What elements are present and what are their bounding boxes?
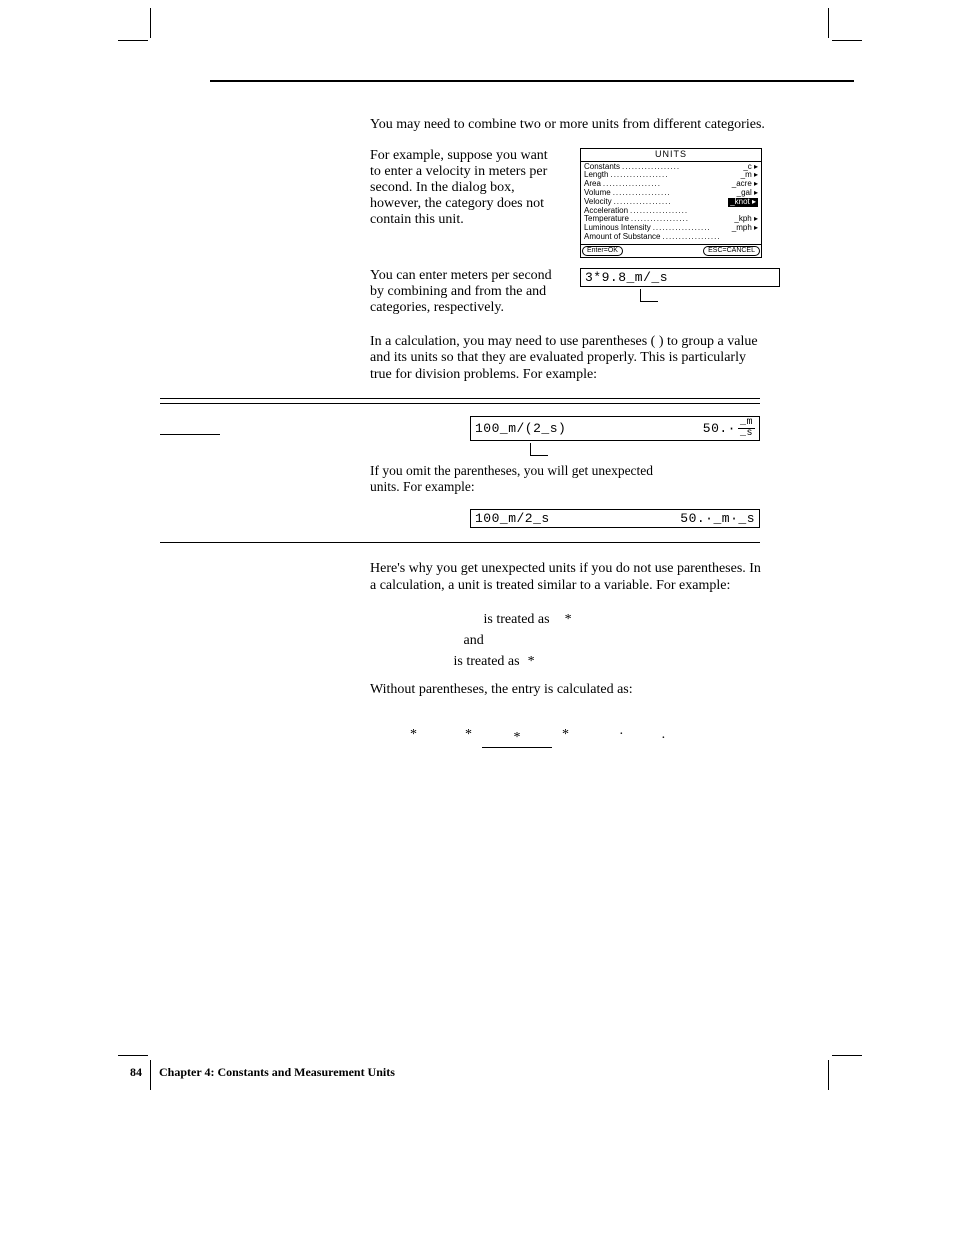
dialog-title: UNITS (581, 149, 761, 162)
esc-cancel: ESC=CANCEL (703, 246, 760, 256)
line-c: is treated as * (410, 651, 770, 672)
op-star-4: * (562, 727, 569, 743)
ex1-lhs: 100_m/(2_s) (475, 421, 566, 436)
calc-screenshot: UNITS Constants.................._c ▸Len… (580, 148, 770, 258)
calc-entry-2: 100_m/(2_s) 50.·_m_s (470, 416, 760, 441)
dialog-row: Constants.................._c ▸ (584, 163, 758, 172)
cropmark (832, 40, 862, 41)
ex1-rhs: 50.·_m_s (703, 418, 755, 439)
op-star-1: * (410, 727, 417, 743)
dialog-rows: Constants.................._c ▸Length...… (581, 162, 761, 244)
fraction-bar (482, 747, 552, 748)
units-dialog: UNITS Constants.................._c ▸Len… (580, 148, 762, 258)
lead-line-2 (470, 441, 760, 463)
side-rule (160, 434, 220, 435)
op-dot-2: . (662, 727, 666, 743)
line-b: and (410, 630, 770, 651)
explain-para: Here's why you get unexpected units if y… (370, 561, 770, 595)
no-paren-para: Without parentheses, the entry is calcul… (370, 682, 770, 699)
lead-line-1 (580, 287, 780, 309)
omit-note: If you omit the parentheses, you will ge… (370, 463, 670, 495)
paren-para: In a calculation, you may need to use pa… (370, 334, 770, 384)
cropmark (828, 8, 829, 38)
example-text-2: You can enter meters per second by combi… (370, 268, 560, 316)
cropmark (828, 1060, 829, 1090)
body-content: You may need to combine two or more unit… (370, 117, 770, 758)
expr-box-1: 3*9.8_m/_s (580, 268, 780, 316)
expr1-text: 3*9.8_m/_s (585, 270, 668, 285)
example-2: 100_m/2_s 50.·_m·_s (470, 509, 760, 528)
op-star-top: * (514, 731, 521, 745)
fraction-col: * * (482, 713, 552, 758)
calc-entry-3: 100_m/2_s 50.·_m·_s (470, 509, 760, 528)
cropmark (118, 40, 148, 41)
op-dot-1: · (619, 727, 624, 743)
page: You may need to combine two or more unit… (0, 0, 954, 1235)
dialog-footer: Enter=OK ESC=CANCEL (581, 244, 761, 257)
chapter-title: Chapter 4: Constants and Measurement Uni… (159, 1065, 395, 1079)
cropmark (118, 1055, 148, 1056)
section-rule (210, 80, 854, 82)
table-rule-top (160, 398, 760, 399)
ex2-lhs: 100_m/2_s (475, 511, 550, 526)
page-number: 84 (130, 1065, 142, 1079)
page-footer: 84 Chapter 4: Constants and Measurement … (130, 1065, 395, 1080)
enter-ok: Enter=OK (582, 246, 623, 256)
treated-as-list: is treated as * and is treated as * (410, 609, 770, 672)
table-rule-bottom (160, 542, 760, 543)
equation: * * * * * · . (410, 713, 665, 758)
op-star-2: * (465, 727, 472, 743)
intro-para: You may need to combine two or more unit… (370, 117, 770, 134)
example-group: 100_m/(2_s) 50.·_m_s If you omit the par… (370, 416, 770, 528)
example-text-1: For example, suppose you want to enter a… (370, 148, 560, 258)
cropmark (150, 8, 151, 38)
dialog-row: Amount of Substance.................. (584, 233, 758, 242)
example-row-1: For example, suppose you want to enter a… (370, 148, 770, 258)
cropmark (832, 1055, 862, 1056)
calc-entry-1: 3*9.8_m/_s (580, 268, 780, 287)
ex2-rhs: 50.·_m·_s (680, 511, 755, 526)
fraction: _m_s (738, 418, 755, 439)
example-1: 100_m/(2_s) 50.·_m_s (470, 416, 760, 463)
example-row-2: You can enter meters per second by combi… (370, 268, 770, 316)
line-a: is treated as * (410, 609, 770, 630)
table-rule-top2 (160, 403, 760, 404)
